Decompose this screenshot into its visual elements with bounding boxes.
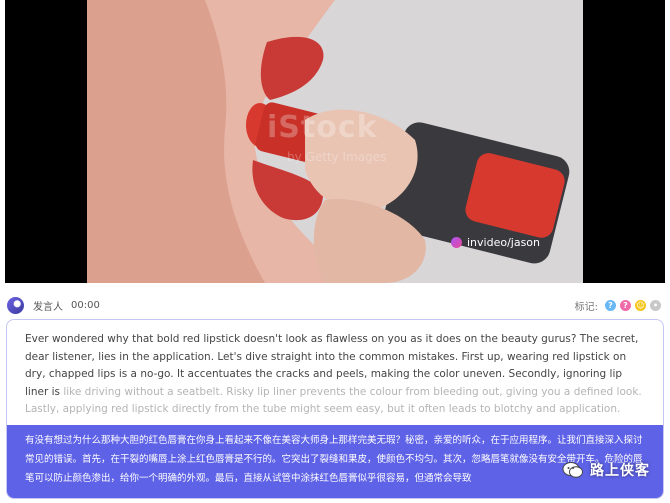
speaker-avatar <box>7 296 24 314</box>
speaker-name[interactable]: 发言人 <box>33 298 63 313</box>
channel-badge: 路上侠客 <box>562 460 650 480</box>
channel-name: 路上侠客 <box>590 463 650 479</box>
istock-watermark: iStock <box>267 110 378 145</box>
timestamp[interactable]: 00:00 <box>71 300 100 311</box>
video-player[interactable]: iStock by Getty Images invideo/jason <box>5 0 665 283</box>
getty-watermark: by Getty Images <box>287 150 387 164</box>
marker-label: 标记: <box>574 301 598 313</box>
question-icon[interactable]: ? <box>605 299 616 311</box>
marker-group: 标记: ? ? ☺ • <box>575 298 661 313</box>
english-text-faded: like driving without a seatbelt. Risky l… <box>25 385 642 416</box>
wechat-icon <box>562 461 584 479</box>
english-transcript[interactable]: Ever wondered why that bold red lipstick… <box>25 331 645 419</box>
dot-icon[interactable]: • <box>650 299 661 311</box>
invideo-logo-icon <box>451 237 462 248</box>
smile-icon[interactable]: ☺ <box>635 299 646 311</box>
speaker-row: 发言人 00:00 标记: ? ? ☺ • <box>5 293 665 317</box>
chinese-translation: 有没有想过为什么那种大胆的红色唇膏在你身上看起来不像在美容大师身上那样完美无瑕？… <box>25 435 643 484</box>
invideo-watermark-text: invideo/jason <box>467 236 541 249</box>
invideo-watermark: invideo/jason <box>451 236 540 249</box>
help-icon[interactable]: ? <box>620 299 631 311</box>
